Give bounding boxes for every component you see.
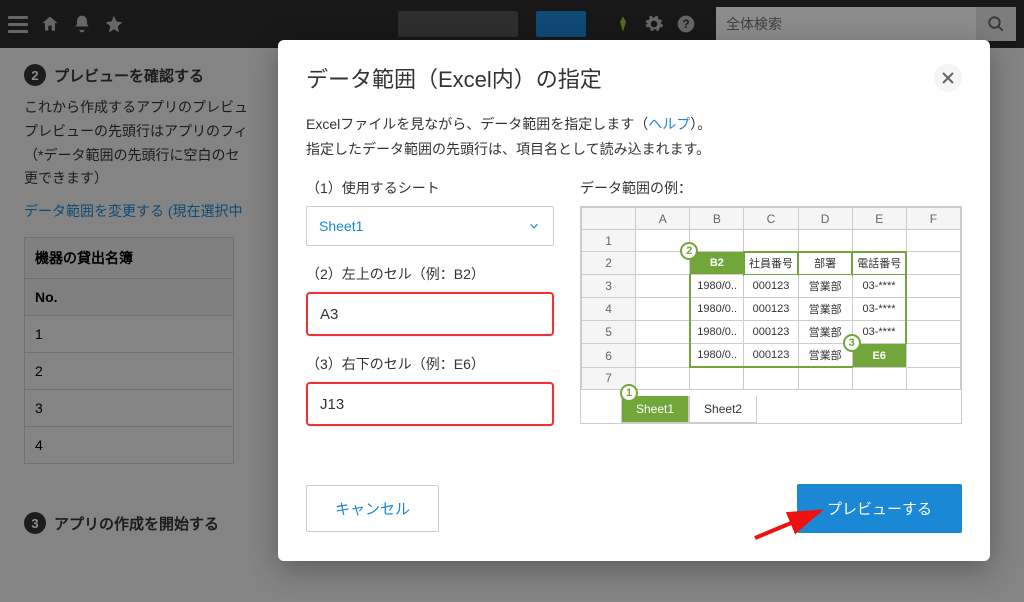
example-sheet: ABCDEF 1 2 2 B2 社員番号 部署 電話番号 3: [580, 206, 962, 424]
label-top-left: （2）左上のセル（例：B2）: [306, 264, 554, 284]
preview-button[interactable]: プレビューする: [797, 484, 962, 533]
label-bottom-right: （3）右下のセル（例：E6）: [306, 354, 554, 374]
sheet-select-value: Sheet1: [319, 218, 363, 234]
chevron-down-icon: [527, 219, 541, 233]
sheet-select[interactable]: Sheet1: [306, 206, 554, 246]
close-button[interactable]: [934, 64, 962, 92]
badge-1: 1: [620, 384, 638, 402]
example-tab-sheet2: Sheet2: [689, 396, 757, 423]
help-link[interactable]: ヘルプ: [648, 116, 690, 132]
close-icon: [942, 72, 954, 84]
example-label: データ範囲の例：: [580, 178, 962, 198]
modal-description: Excelファイルを見ながら、データ範囲を指定します（ヘルプ）。 指定したデータ…: [306, 112, 962, 162]
example-tab-sheet1: 1 Sheet1: [621, 396, 689, 423]
data-range-modal: データ範囲（Excel内）の指定 Excelファイルを見ながら、データ範囲を指定…: [278, 40, 990, 561]
badge-2: 2: [680, 242, 698, 260]
bottom-right-cell-input[interactable]: [306, 382, 554, 426]
badge-3: 3: [843, 334, 861, 352]
label-sheet: （1）使用するシート: [306, 178, 554, 198]
cancel-button[interactable]: キャンセル: [306, 485, 439, 532]
top-left-cell-input[interactable]: [306, 292, 554, 336]
modal-title: データ範囲（Excel内）の指定: [306, 62, 602, 94]
